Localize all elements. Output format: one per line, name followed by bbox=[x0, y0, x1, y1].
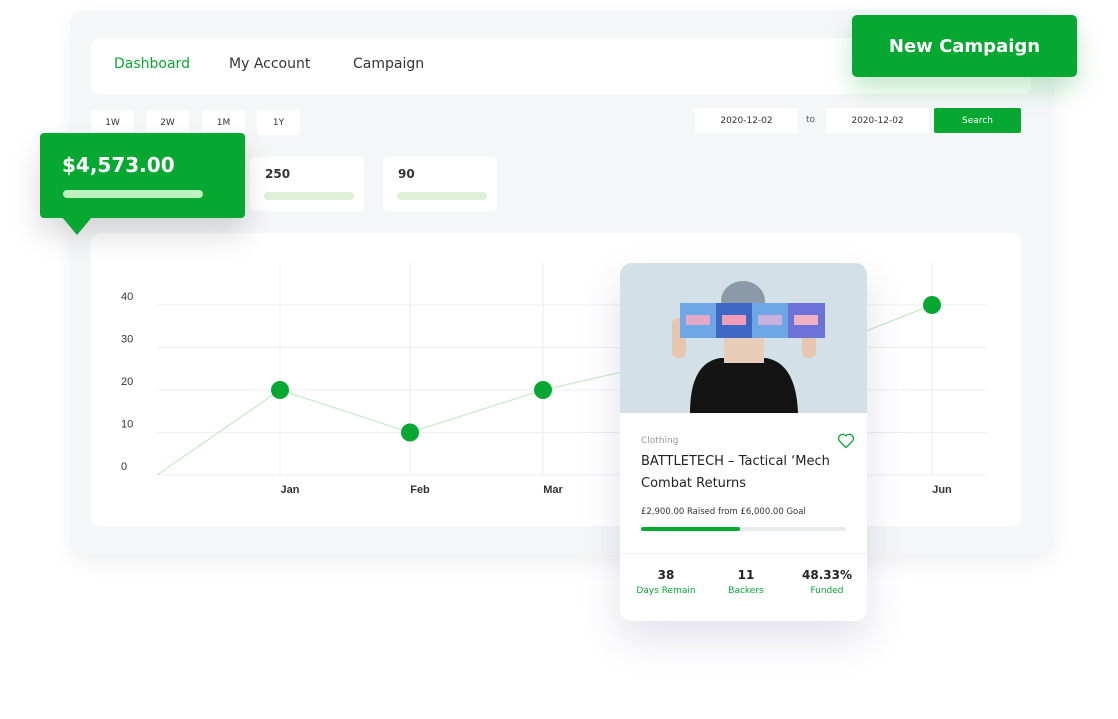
funded-label: Funded bbox=[810, 586, 844, 596]
campaign-progress bbox=[641, 527, 846, 531]
stat-value: 90 bbox=[398, 167, 415, 181]
nav-tab-dashboard[interactable]: Dashboard bbox=[114, 56, 190, 72]
stat-value: 250 bbox=[265, 167, 291, 181]
days-remain-label: Days Remain bbox=[636, 586, 696, 596]
nav-tab-my-account[interactable]: My Account bbox=[229, 56, 310, 72]
stat-card: 250 bbox=[250, 157, 364, 211]
chart-container bbox=[91, 233, 1021, 526]
days-remain-value: 38 bbox=[657, 568, 675, 582]
tooltip-pointer bbox=[62, 217, 92, 235]
stat-bar bbox=[397, 192, 487, 200]
funded-value: 48.33% bbox=[802, 568, 852, 582]
campaign-image bbox=[620, 263, 867, 413]
campaign-category: Clothing bbox=[641, 436, 679, 446]
stat-backers: 11 Backers bbox=[706, 568, 786, 596]
new-campaign-button[interactable]: New Campaign bbox=[852, 15, 1077, 77]
campaign-raised: £2,900.00 Raised from £6,000.00 Goal bbox=[641, 507, 806, 517]
backers-label: Backers bbox=[728, 586, 764, 596]
tooltip-value: $4,573.00 bbox=[62, 153, 175, 177]
stat-card: 90 bbox=[383, 157, 497, 211]
tooltip-bar bbox=[63, 190, 203, 198]
value-tooltip: $4,573.00 bbox=[40, 133, 245, 218]
stat-days-remain: 38 Days Remain bbox=[626, 568, 706, 596]
date-from-input[interactable]: 2020-12-02 bbox=[695, 108, 798, 133]
campaign-title[interactable]: BATTLETECH – Tactical ‘Mech Combat Retur… bbox=[641, 451, 851, 495]
campaign-card[interactable]: Clothing BATTLETECH – Tactical ‘Mech Com… bbox=[620, 263, 867, 621]
backers-value: 11 bbox=[737, 568, 755, 582]
nav-tab-campaign[interactable]: Campaign bbox=[353, 56, 424, 72]
range-1y-button[interactable]: 1Y bbox=[257, 110, 300, 135]
search-button[interactable]: Search bbox=[934, 108, 1021, 133]
to-label: to bbox=[806, 115, 816, 125]
divider bbox=[620, 553, 867, 554]
stat-bar bbox=[264, 192, 354, 200]
range-1m-button[interactable]: 1M bbox=[202, 110, 245, 135]
range-1w-button[interactable]: 1W bbox=[91, 110, 134, 135]
campaign-progress-fill bbox=[641, 527, 741, 531]
range-2w-button[interactable]: 2W bbox=[146, 110, 189, 135]
stat-funded: 48.33% Funded bbox=[787, 568, 867, 596]
heart-icon[interactable] bbox=[837, 433, 855, 449]
date-to-input[interactable]: 2020-12-02 bbox=[826, 108, 929, 133]
